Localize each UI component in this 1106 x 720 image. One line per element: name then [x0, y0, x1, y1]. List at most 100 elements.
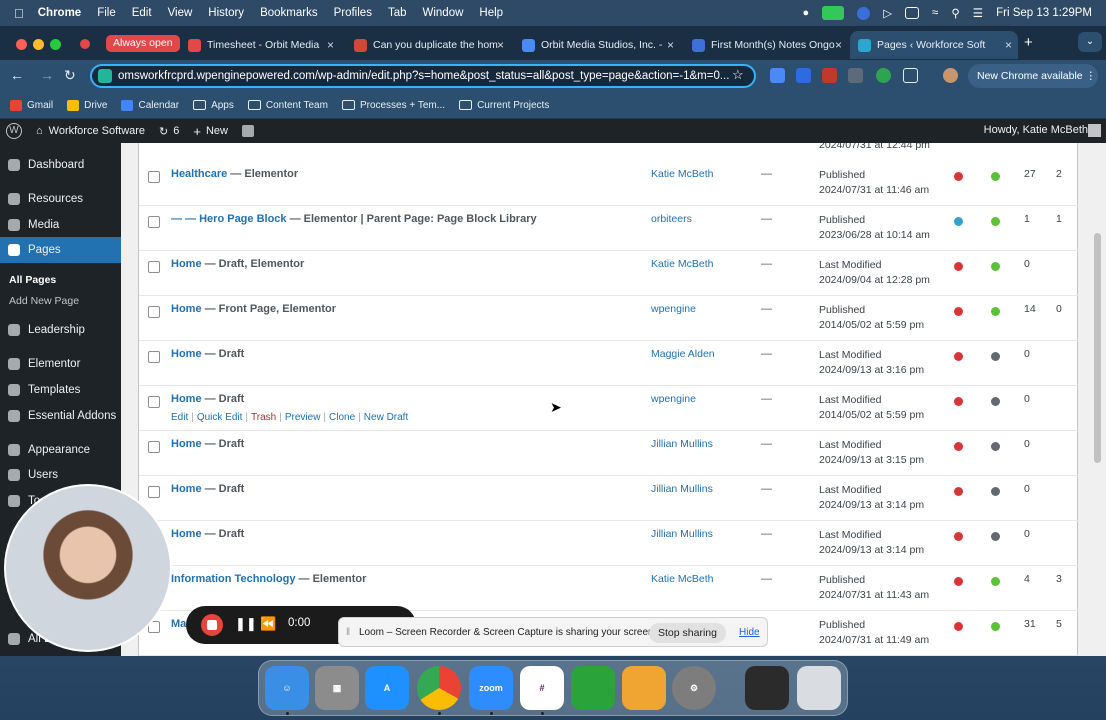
recording-icon[interactable]	[80, 39, 90, 49]
tab-group-always-open[interactable]: Always open	[106, 35, 180, 52]
howdy-user[interactable]: Howdy, Katie McBeth	[984, 124, 1088, 136]
user-avatar[interactable]	[1088, 124, 1101, 137]
chrome-icon[interactable]	[417, 666, 461, 710]
minimize-window-button[interactable]	[33, 39, 44, 50]
table-row[interactable]: Home — Draft Jillian Mullins — Last Modifie…	[139, 521, 1079, 566]
menu-edit[interactable]: Edit	[132, 7, 152, 19]
close-tab-icon[interactable]: ×	[327, 38, 334, 52]
sidebar-item-pages[interactable]: Pages	[0, 237, 121, 263]
menu-window[interactable]: Window	[423, 7, 464, 19]
bookmark-gmail[interactable]: Gmail	[10, 99, 53, 111]
row-checkbox[interactable]	[148, 261, 160, 273]
sidebar-item-dashboard[interactable]: Dashboard	[0, 152, 121, 178]
author-link[interactable]: Jillian Mullins	[651, 438, 713, 450]
menu-history[interactable]: History	[208, 7, 244, 19]
row-action-trash[interactable]: Trash	[251, 412, 276, 423]
page-title-link[interactable]: Home	[171, 438, 202, 450]
extension-icon[interactable]	[822, 68, 837, 83]
battery-icon[interactable]	[905, 7, 920, 19]
table-row[interactable]: Home — Draft, Elementor Katie McBeth — Last…	[139, 251, 1079, 296]
page-title-link[interactable]: Healthcare	[171, 168, 227, 180]
scrollbar[interactable]	[1094, 233, 1101, 463]
menu-tab[interactable]: Tab	[388, 7, 407, 19]
row-checkbox[interactable]	[148, 171, 160, 183]
facetime-icon[interactable]	[822, 6, 845, 20]
zoom-extension-icon[interactable]	[796, 68, 811, 83]
bookmark-drive[interactable]: Drive	[67, 99, 107, 111]
zoom-status-icon[interactable]	[857, 6, 871, 20]
row-checkbox[interactable]	[148, 396, 160, 408]
sidebar-item-resources[interactable]: Resources	[0, 186, 121, 212]
forward-icon[interactable]: →	[40, 67, 54, 83]
wordpress-logo-icon[interactable]: W	[6, 123, 22, 139]
address-bar[interactable]: omsworkfrcprd.wpenginepowered.com/wp-adm…	[90, 64, 756, 88]
clock[interactable]: Fri Sep 13 1:29PM	[996, 7, 1092, 19]
minimized-window-icon[interactable]	[745, 666, 789, 710]
profile-avatar[interactable]	[943, 68, 958, 83]
bookmark-folder-processes[interactable]: Processes + Tem...	[341, 100, 445, 111]
reload-icon[interactable]: ↻	[64, 67, 76, 84]
author-link[interactable]: Katie McBeth	[651, 168, 713, 180]
sidebar-item-appearance[interactable]: Appearance	[0, 437, 121, 463]
close-tab-icon[interactable]: ×	[1005, 38, 1012, 52]
new-tab-icon[interactable]: +	[1024, 34, 1033, 51]
tab-orbit-media[interactable]: Orbit Media Studios, Inc. - ×	[514, 31, 680, 59]
zoom-icon[interactable]: zoom	[469, 666, 513, 710]
back-icon[interactable]: ←	[10, 67, 24, 83]
bookmark-folder-current-projects[interactable]: Current Projects	[459, 100, 549, 111]
sidebar-item-essential-addons[interactable]: Essential Addons	[0, 403, 121, 429]
table-row[interactable]: Home — Draft Jillian Mullins — Last Modifie…	[139, 431, 1079, 476]
launchpad-icon[interactable]: ▦	[315, 666, 359, 710]
page-title-link[interactable]: Home	[171, 483, 202, 495]
pause-icon[interactable]: ❚❚	[235, 616, 257, 632]
page-title-link[interactable]: Information Technology	[171, 573, 295, 585]
table-row[interactable]: Home — Draft Edit | Quick Edit | Trash | Previe…	[139, 386, 1079, 431]
page-title-link[interactable]: Ma	[171, 618, 186, 630]
wifi-icon[interactable]: ≈	[932, 7, 938, 19]
close-tab-icon[interactable]: ×	[667, 38, 674, 52]
grammarly-icon[interactable]	[876, 68, 891, 83]
drag-handle-icon[interactable]: ‖	[346, 627, 350, 638]
tab-search-icon[interactable]: ⌄	[1078, 32, 1102, 52]
extension-icon[interactable]	[770, 68, 785, 83]
stop-sharing-button[interactable]: Stop sharing	[649, 623, 726, 643]
sidebar-item-media[interactable]: Media	[0, 212, 121, 238]
table-row[interactable]: Information Technology — Elementor Katie …	[139, 566, 1079, 611]
play-icon[interactable]: ▷	[883, 6, 892, 20]
author-link[interactable]: orbiteers	[651, 213, 692, 225]
sidebar-item-templates[interactable]: Templates	[0, 377, 121, 403]
table-row[interactable]: Home — Draft Jillian Mullins — Last Modifie…	[139, 476, 1079, 521]
extensions-puzzle-icon[interactable]	[903, 68, 918, 83]
search-icon[interactable]: ⚲	[951, 6, 959, 20]
sidebar-item-leadership[interactable]: Leadership	[0, 317, 121, 343]
row-action-edit[interactable]: Edit	[171, 412, 188, 423]
sidebar-item-elementor[interactable]: Elementor	[0, 351, 121, 377]
menu-file[interactable]: File	[97, 7, 116, 19]
control-center-icon[interactable]: ☰	[973, 6, 983, 20]
page-title-link[interactable]: Home	[171, 303, 202, 315]
close-tab-icon[interactable]: ×	[835, 38, 842, 52]
microphone-icon[interactable]: ●	[803, 7, 810, 19]
row-checkbox[interactable]	[148, 216, 160, 228]
trash-icon[interactable]	[797, 666, 841, 710]
new-chrome-available-button[interactable]: New Chrome available ⋮	[968, 64, 1098, 88]
row-checkbox[interactable]	[148, 306, 160, 318]
page-title-link[interactable]: Home	[171, 528, 202, 540]
tab-first-month-notes[interactable]: First Month(s) Notes Ongo ×	[684, 31, 848, 59]
row-action-quick-edit[interactable]: Quick Edit	[197, 412, 243, 423]
tab-timesheet[interactable]: Timesheet - Orbit Media ×	[180, 31, 340, 59]
bookmark-star-icon[interactable]: ☆	[732, 67, 744, 83]
site-name-link[interactable]: ⌂ Workforce Software	[36, 125, 145, 137]
close-tab-icon[interactable]: ×	[497, 38, 504, 52]
row-action-new-draft[interactable]: New Draft	[364, 412, 408, 423]
row-checkbox[interactable]	[148, 441, 160, 453]
rewind-icon[interactable]: ⏪	[260, 616, 276, 632]
row-action-clone[interactable]: Clone	[329, 412, 355, 423]
submenu-add-new-page[interactable]: Add New Page	[9, 295, 79, 307]
system-settings-icon[interactable]: ⚙	[672, 666, 716, 710]
bookmark-folder-apps[interactable]: Apps	[193, 100, 234, 111]
menu-view[interactable]: View	[168, 7, 193, 19]
finder-icon[interactable]: ☺	[265, 666, 309, 710]
updates-link[interactable]: ↻ 6	[159, 125, 179, 138]
author-link[interactable]: Katie McBeth	[651, 258, 713, 270]
